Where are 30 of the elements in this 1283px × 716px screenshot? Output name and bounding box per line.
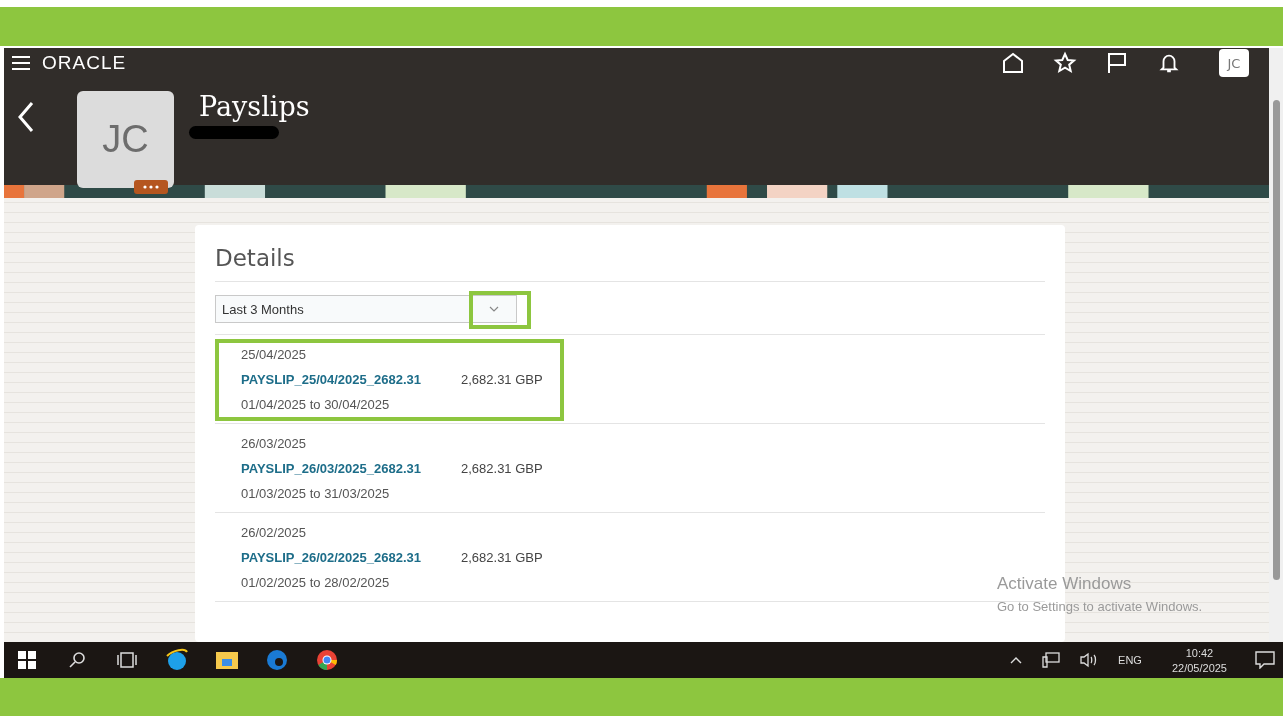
payslip-link[interactable]: PAYSLIP_26/02/2025_2682.31 — [241, 550, 461, 565]
payslip-entry[interactable]: 26/02/2025 PAYSLIP_26/02/2025_2682.31 2,682.31 GBP 01/02/2025 to 28/02/2025 — [215, 517, 564, 599]
payslip-date: 26/02/2025 — [241, 525, 308, 540]
section-title: Details — [215, 245, 296, 271]
network-icon[interactable] — [1042, 652, 1061, 668]
chevron-up-icon[interactable] — [1010, 656, 1023, 664]
payslip-amount: 2,682.31 GBP — [461, 461, 543, 476]
payslip-amount: 2,682.31 GBP — [461, 550, 543, 565]
page-title: Payslips — [199, 91, 310, 122]
more-options-icon[interactable] — [134, 180, 168, 194]
pay-period: 01/04/2025 to 30/04/2025 — [241, 397, 391, 412]
brand-logo[interactable]: ORACLE — [42, 52, 127, 74]
pay-period: 01/03/2025 to 31/03/2025 — [241, 486, 391, 501]
period-dropdown[interactable]: Last 3 Months — [215, 295, 517, 323]
payslip-link[interactable]: PAYSLIP_26/03/2025_2682.31 — [241, 461, 461, 476]
pay-period: 01/02/2025 to 28/02/2025 — [241, 575, 391, 590]
payslip-date: 25/04/2025 — [241, 347, 308, 362]
speaker-icon[interactable] — [1080, 652, 1099, 668]
payslip-link[interactable]: PAYSLIP_25/04/2025_2682.31 — [241, 372, 461, 387]
payslip-entry[interactable]: 26/03/2025 PAYSLIP_26/03/2025_2682.31 2,682.31 GBP 01/03/2025 to 31/03/2025 — [215, 428, 564, 510]
payslip-entry[interactable]: 25/04/2025 PAYSLIP_25/04/2025_2682.31 2,682.31 GBP 01/04/2025 to 30/04/2025 — [215, 339, 564, 421]
payslip-amount: 2,682.31 GBP — [461, 372, 543, 387]
payslip-date: 26/03/2025 — [241, 436, 308, 451]
activation-title: Activate Windows — [997, 574, 1133, 594]
taskbar-clock[interactable]: 10:42 22/05/2025 — [1171, 646, 1227, 674]
user-avatar-button[interactable]: JC — [1219, 49, 1249, 77]
scrollbar[interactable] — [1269, 48, 1283, 642]
language-indicator[interactable]: ENG — [1118, 654, 1142, 666]
notification-icon[interactable] — [1255, 651, 1275, 669]
activation-message: Go to Settings to activate Windows. — [997, 599, 1203, 614]
